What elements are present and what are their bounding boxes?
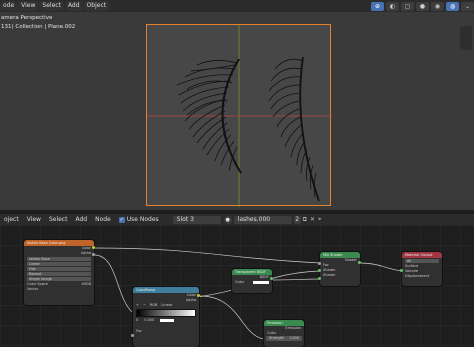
input-color: Color xyxy=(235,280,245,284)
xray-icon[interactable]: ▢ xyxy=(401,1,414,11)
material-sphere-icon[interactable]: ● xyxy=(223,215,232,224)
material-name-field[interactable]: lashes.000 xyxy=(233,215,292,224)
add-menu[interactable]: Add xyxy=(64,1,83,11)
source-dropdown[interactable]: Single Image xyxy=(27,277,91,281)
checkbox-icon[interactable]: ✓ xyxy=(118,216,125,223)
input-fac: Fac xyxy=(136,329,142,333)
stop-index[interactable]: 0 xyxy=(136,318,138,323)
input-shader-2: Shader xyxy=(323,273,336,277)
interp-dropdown[interactable]: Linear xyxy=(161,303,172,308)
overlay-icon[interactable]: ◐ xyxy=(386,1,399,11)
stop-position[interactable]: 0.000 xyxy=(144,318,154,323)
socket-fac-in[interactable] xyxy=(131,334,134,337)
viewport-gizmo-icon[interactable]: ⊕ xyxy=(371,1,384,11)
node-add-menu[interactable]: Add xyxy=(71,216,91,223)
node-view-menu[interactable]: View xyxy=(23,216,45,223)
node-select-menu[interactable]: Select xyxy=(45,216,72,223)
transparent-bsdf-node[interactable]: Transparent BSDF BSDF Color xyxy=(232,269,272,293)
viewport-header: ode View Select Add Object ⊕ ◐ ▢ ● ◉ ◍ ⌄ xyxy=(0,0,474,12)
extension-dropdown[interactable]: Repeat xyxy=(27,272,91,276)
select-menu[interactable]: Select xyxy=(39,1,64,11)
stop-color-swatch[interactable] xyxy=(160,319,175,322)
lashes-texture xyxy=(147,25,332,207)
view-menu[interactable]: View xyxy=(18,1,39,11)
add-stop-button[interactable]: + xyxy=(136,303,139,308)
slot-dropdown[interactable]: Slot 3 xyxy=(172,215,221,224)
projection-dropdown[interactable]: Flat xyxy=(27,267,91,271)
unlink-icon[interactable]: ✕ xyxy=(310,216,315,223)
user-count[interactable]: 2 xyxy=(293,215,301,224)
node-editor-canvas[interactable]: lashes Base Color.png Color Alpha lashes… xyxy=(0,225,474,347)
socket-mix-out[interactable] xyxy=(358,261,361,264)
socket-mix-fac-in[interactable] xyxy=(318,262,321,265)
pin-icon[interactable]: ⌖ xyxy=(318,216,321,224)
camera-label: amera Perspective xyxy=(1,15,53,21)
use-nodes-label: Use Nodes xyxy=(126,216,159,223)
colorramp-node[interactable]: ColorRamp Color Alpha + − RGB Linear 0 0… xyxy=(133,287,199,347)
colorspace-value[interactable]: sRGB xyxy=(82,282,91,287)
input-displacement: Displacement xyxy=(405,274,430,278)
material-shading-icon[interactable]: ◉ xyxy=(431,1,444,11)
color-swatch[interactable] xyxy=(253,281,269,284)
collection-label: 131) Collection | Plane.002 xyxy=(1,24,76,30)
socket-mix-shader2-in[interactable] xyxy=(318,277,321,280)
emission-node[interactable]: Emission Emission Color Strength 1.000 xyxy=(264,320,304,347)
image-texture-node[interactable]: lashes Base Color.png Color Alpha lashes… xyxy=(24,240,94,305)
editor-mode-menu[interactable]: oject xyxy=(0,216,23,223)
shading-dropdown-icon[interactable]: ⌄ xyxy=(461,1,474,11)
use-nodes-toggle[interactable]: ✓ Use Nodes xyxy=(118,216,159,223)
sidebar-toggle[interactable] xyxy=(460,26,472,50)
material-output-node[interactable]: Material Output All Surface Volume Displ… xyxy=(402,252,442,286)
gradient-bar[interactable] xyxy=(136,309,196,317)
socket-surface-in[interactable] xyxy=(400,269,403,272)
input-vector: Vector xyxy=(27,287,39,291)
socket-bsdf-out[interactable] xyxy=(270,277,273,280)
mode-dropdown[interactable]: RGB xyxy=(150,303,158,308)
node-menu[interactable]: Node xyxy=(91,216,115,223)
socket-ramp-color-out[interactable] xyxy=(197,294,200,297)
fake-user-icon[interactable]: ⧉ xyxy=(303,216,307,224)
image-selector[interactable]: lashes Base xyxy=(27,257,91,261)
target-dropdown[interactable]: All xyxy=(405,259,439,263)
lashes-plane[interactable] xyxy=(146,24,332,207)
mode-menu[interactable]: ode xyxy=(0,1,18,11)
mix-shader-node[interactable]: Mix Shader Shader Fac Shader Shader xyxy=(320,252,360,286)
input-strength: Strength xyxy=(269,336,285,340)
remove-stop-button[interactable]: − xyxy=(143,303,146,308)
strength-value[interactable]: 1.000 xyxy=(289,336,299,341)
interpolation-dropdown[interactable]: Linear xyxy=(27,262,91,266)
socket-alpha-out[interactable] xyxy=(92,253,95,256)
solid-shading-icon[interactable]: ● xyxy=(416,1,429,11)
output-alpha: Alpha xyxy=(81,251,91,255)
socket-mix-shader1-in[interactable] xyxy=(318,269,321,272)
socket-color-out[interactable] xyxy=(92,246,95,249)
node-title: Material Output xyxy=(402,252,442,258)
node-editor-header: oject View Select Add Node ✓ Use Nodes S… xyxy=(0,214,474,225)
rendered-shading-icon[interactable]: ◍ xyxy=(446,1,459,11)
object-menu[interactable]: Object xyxy=(83,1,110,11)
